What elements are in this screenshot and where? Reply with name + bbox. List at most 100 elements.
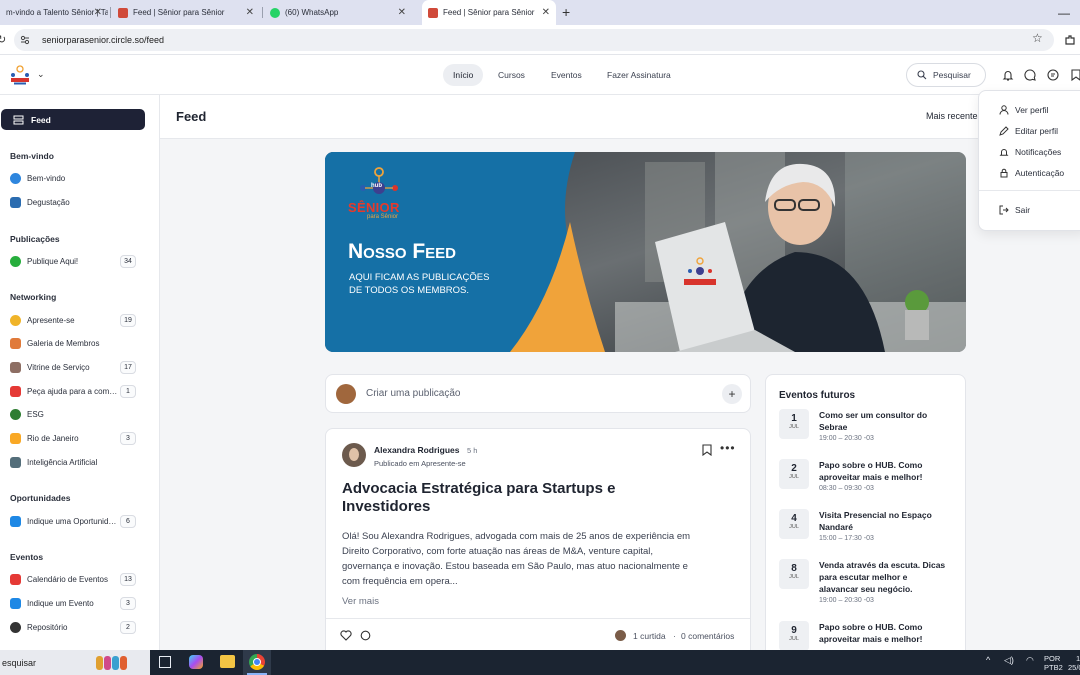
file-explorer-icon[interactable] [220, 655, 235, 668]
sidebar-item-degustacao[interactable]: Degustação [10, 193, 136, 211]
avatar[interactable] [336, 384, 356, 404]
menu-item-notificacoes[interactable]: Notificações [999, 147, 1061, 157]
pencil-icon [999, 126, 1009, 136]
event-item[interactable]: 9 JUL Papo sobre o HUB. Como aproveitar m… [779, 621, 959, 650]
chrome-taskbar-button[interactable] [243, 650, 271, 675]
event-item[interactable]: 2 JUL Papo sobre o HUB. Como aproveitar m… [779, 459, 959, 501]
sidebar-item-peca-ajuda[interactable]: Peça ajuda para a comunidade1 [10, 382, 136, 400]
event-month: JUL [789, 574, 799, 580]
post-space[interactable]: Publicado em Apresente-se [374, 459, 466, 468]
nav-cursos[interactable]: Cursos [488, 64, 535, 86]
close-tab-icon[interactable]: ✕ [542, 7, 550, 18]
close-tab-icon[interactable]: ✕ [398, 7, 406, 18]
more-options-icon[interactable]: ••• [720, 441, 736, 455]
author-avatar[interactable] [342, 443, 366, 467]
url-field[interactable]: seniorparasenior.circle.so/feed [14, 29, 1054, 51]
browser-tab[interactable]: m-vindo a Talento Sênior | Ta ✕ [0, 0, 108, 25]
event-item[interactable]: 1 JUL Como ser um consultor do Sebrae 19:… [779, 409, 959, 451]
banner-headline: Nosso Feed [348, 240, 457, 263]
bell-icon[interactable] [1001, 68, 1015, 82]
menu-item-autenticacao[interactable]: Autenticação [999, 168, 1064, 178]
site-info-icon[interactable] [20, 35, 30, 45]
sidebar: Feed Bem-vindo Bem-vindo Degustação Publ… [0, 95, 160, 650]
event-item[interactable]: 8 JUL Venda através da escuta. Dicas para… [779, 559, 959, 613]
clock[interactable]: 1 25/0 [1068, 654, 1080, 672]
event-title: Papo sobre o HUB. Como aproveitar mais e … [819, 622, 923, 644]
heart-icon[interactable] [340, 630, 352, 641]
sidebar-item-esg[interactable]: ESG [10, 405, 136, 423]
post-title[interactable]: Advocacia Estratégica para Startups e In… [342, 480, 615, 516]
sidebar-item-calendario-de-eventos[interactable]: Calendário de Eventos 13 [10, 570, 136, 588]
nav-fazer-assinatura[interactable]: Fazer Assinatura [597, 64, 681, 86]
sidebar-item-apresente-se[interactable]: Apresente-se 19 [10, 311, 136, 329]
minimize-icon[interactable]: — [1058, 6, 1070, 20]
browser-tab-active[interactable]: Feed | Sênior para Sênior ✕ [422, 0, 556, 25]
sidebar-item-label: Degustação [27, 197, 70, 207]
count-badge: 19 [120, 313, 136, 327]
search-button[interactable]: Pesquisar [906, 63, 986, 87]
menu-item-editar-perfil[interactable]: Editar perfil [999, 126, 1058, 136]
sidebar-item-rio-de-janeiro[interactable]: Rio de Janeiro 3 [10, 429, 136, 447]
browser-tab[interactable]: Feed | Sênior para Sênior ✕ [112, 0, 260, 25]
create-post-card[interactable]: Criar uma publicação + [325, 374, 751, 413]
extensions-icon[interactable] [1064, 34, 1076, 46]
likes-count[interactable]: 1 curtida [633, 631, 666, 641]
event-day: 2 [791, 463, 797, 474]
event-day: 1 [791, 413, 797, 424]
messages-icon[interactable] [1046, 68, 1060, 82]
sidebar-item-inteligencia-artificial[interactable]: Inteligência Artificial [10, 453, 136, 471]
keyboard-language[interactable]: POR PTB2 [1044, 654, 1063, 672]
network-icon[interactable]: ◠ [1026, 655, 1034, 666]
section-header: Networking [10, 292, 57, 302]
event-title: Como ser um consultor do Sebrae [819, 410, 928, 432]
sort-dropdown[interactable]: Mais recentes [926, 111, 982, 121]
sidebar-item-vitrine-de-servico[interactable]: Vitrine de Serviço 17 [10, 358, 136, 376]
reload-icon[interactable]: ↻ [0, 33, 6, 46]
event-time: 08:30 – 09:30 -03 [819, 485, 874, 492]
taskbar-search[interactable]: esquisar [0, 650, 150, 675]
close-tab-icon[interactable]: ✕ [246, 7, 254, 18]
bookmark-star-icon[interactable]: ☆ [1032, 31, 1043, 45]
see-more-link[interactable]: Ver mais [342, 596, 379, 607]
create-post-placeholder[interactable]: Criar uma publicação [366, 388, 461, 399]
sidebar-item-galeria-de-membros[interactable]: Galeria de Membros [10, 334, 136, 352]
search-label: Pesquisar [933, 70, 971, 80]
sidebar-item-bem-vindo[interactable]: Bem-vindo [10, 169, 136, 187]
event-item[interactable]: 4 JUL Visita Presencial no Espaço Nandaré… [779, 509, 959, 551]
nav-eventos[interactable]: Eventos [541, 64, 592, 86]
post-title-line: Investidores [342, 498, 431, 515]
sidebar-item-indique-oportunidade[interactable]: Indique uma Oportunidade 6 [10, 512, 136, 530]
menu-item-ver-perfil[interactable]: Ver perfil [999, 105, 1049, 115]
liker-avatar [615, 630, 626, 641]
nav-label: Fazer Assinatura [607, 70, 671, 80]
community-logo[interactable] [8, 64, 32, 86]
bookmark-icon[interactable] [702, 444, 712, 456]
count-badge: 13 [120, 572, 136, 586]
calendar-icon [10, 573, 21, 585]
sidebar-item-indique-um-evento[interactable]: Indique um Evento 3 [10, 594, 136, 612]
close-tab-icon[interactable]: ✕ [94, 7, 102, 18]
chevron-down-icon[interactable]: ⌄ [37, 69, 45, 80]
speaker-icon[interactable]: ◁) [1004, 655, 1014, 666]
tools-icon [10, 361, 21, 373]
sidebar-item-repositorio[interactable]: Repositório 2 [10, 618, 136, 636]
sidebar-item-publique-aqui[interactable]: Publique Aqui! 34 [10, 252, 136, 270]
comment-icon[interactable] [360, 630, 371, 641]
tray-chevron-icon[interactable]: ^ [986, 655, 990, 665]
sidebar-item-label: Publique Aqui! [27, 256, 79, 266]
add-post-button[interactable]: + [722, 384, 742, 404]
post-time: 5 h [467, 446, 478, 455]
sidebar-item-label: Repositório [27, 622, 68, 632]
nav-inicio[interactable]: Início [443, 64, 484, 86]
globe-icon [10, 172, 21, 184]
comments-count[interactable]: 0 comentários [681, 631, 734, 641]
browser-tab[interactable]: (60) WhatsApp ✕ [264, 0, 412, 25]
menu-item-sair[interactable]: Sair [999, 205, 1030, 215]
task-view-icon[interactable] [159, 656, 171, 668]
author-name[interactable]: Alexandra Rodrigues [374, 445, 460, 455]
chat-icon[interactable] [1023, 68, 1037, 82]
sidebar-item-feed[interactable]: Feed [1, 109, 145, 130]
new-tab-button[interactable]: + [562, 4, 570, 20]
copilot-icon[interactable] [189, 655, 203, 669]
bookmarks-icon[interactable] [1069, 68, 1080, 82]
